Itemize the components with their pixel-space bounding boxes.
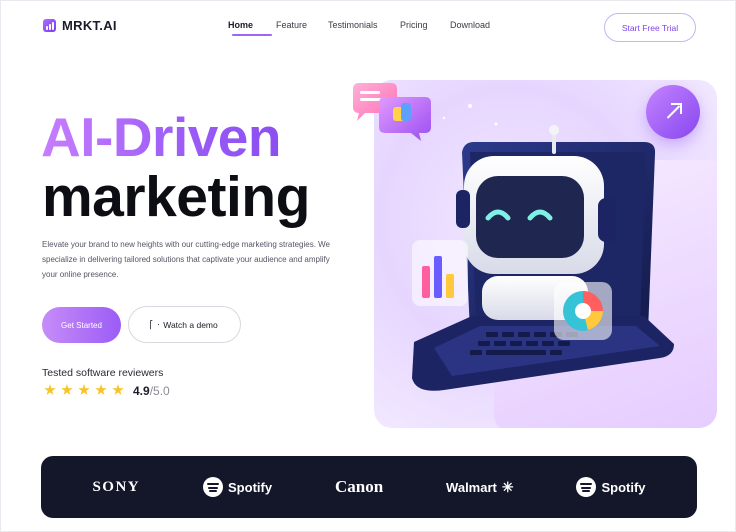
logo[interactable]: MRKT.AI <box>43 18 117 33</box>
logo-text: MRKT.AI <box>62 18 117 33</box>
partner-logo-sony: SONY <box>92 478 141 495</box>
nav-download[interactable]: Download <box>450 20 490 30</box>
partner-spotify-label: Spotify <box>228 479 273 495</box>
partner-logo-spotify-2: Spotify <box>576 477 646 497</box>
main-nav: Home Feature Testimonials Pricing Downlo… <box>228 20 490 36</box>
chat-bubbles-illustration <box>353 83 431 141</box>
play-icon <box>151 321 157 329</box>
watch-demo-label: Watch a demo <box>163 319 218 330</box>
start-free-trial-button[interactable]: Start Free Trial <box>604 13 696 42</box>
partner-spotify-label: Spotify <box>601 479 646 495</box>
star-icon <box>78 384 90 395</box>
rating-max: /5.0 <box>149 384 170 398</box>
partner-logo-canon: Canon <box>334 477 384 496</box>
rating-score: 4.9 <box>133 384 150 398</box>
nav-feature[interactable]: Feature <box>276 20 328 30</box>
spotify-icon <box>203 477 224 497</box>
nav-pricing[interactable]: Pricing <box>400 20 450 30</box>
walmart-spark-icon: ✳ <box>501 478 514 495</box>
partner-logo-walmart: Walmart ✳ <box>446 479 514 496</box>
reviewers-label: Tested software reviewers <box>42 367 164 379</box>
partner-logo-spotify: Spotify <box>203 477 272 497</box>
partner-logos-bar: SONY Spotify Canon Walmart ✳ Spotify <box>41 456 697 518</box>
star-icon <box>44 384 56 395</box>
hero-description: Elevate your brand to new heights with o… <box>42 240 331 279</box>
arrow-up-right-button[interactable] <box>646 85 700 139</box>
landing-page: MRKT.AI Home Feature Testimonials Pricin… <box>0 0 736 532</box>
logo-icon <box>43 19 56 32</box>
nav-testimonials[interactable]: Testimonials <box>328 20 400 30</box>
star-icon <box>95 384 107 395</box>
partner-walmart-label: Walmart <box>446 479 497 495</box>
star-icon <box>61 384 73 395</box>
hero-headline-line2: marketing <box>42 165 310 229</box>
star-icon <box>112 384 124 395</box>
rating-value: 4.9/5.0 <box>133 384 170 398</box>
watch-demo-button[interactable]: Watch a demo <box>128 306 241 343</box>
nav-home[interactable]: Home <box>228 20 276 36</box>
get-started-button[interactable]: Get Started <box>42 307 121 343</box>
spotify-icon <box>576 477 597 497</box>
hero-headline-line1: AI-Driven <box>41 106 282 168</box>
star-rating <box>44 384 124 396</box>
